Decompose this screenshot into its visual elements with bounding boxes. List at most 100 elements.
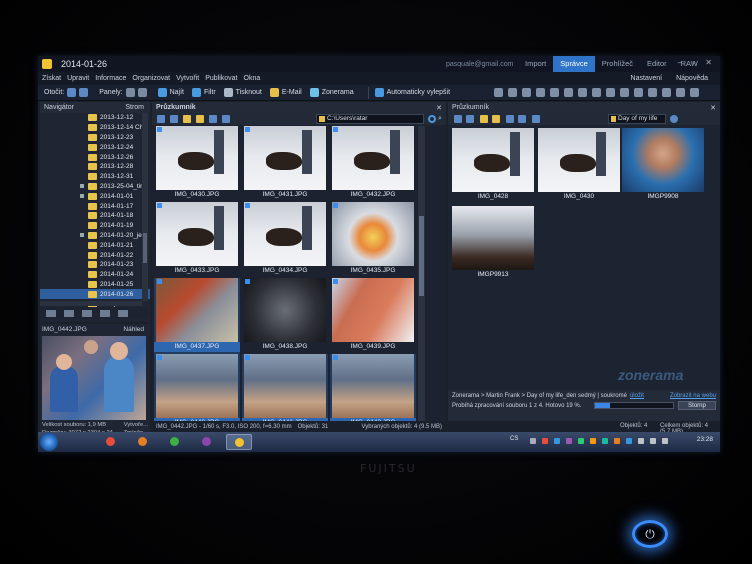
folder-icon[interactable] <box>118 309 128 317</box>
language-indicator[interactable]: CS <box>510 436 518 442</box>
panels-button[interactable]: Panely: <box>99 88 149 97</box>
view-icon[interactable] <box>209 115 217 123</box>
folder-item[interactable]: 2013-12-23 <box>40 133 150 143</box>
folder-icon[interactable] <box>64 309 74 317</box>
tool-icon[interactable] <box>536 88 545 97</box>
tool-icon[interactable] <box>620 88 629 97</box>
tool-icon[interactable] <box>648 88 657 97</box>
clock[interactable]: 23:28 <box>697 436 713 443</box>
tool-icon[interactable] <box>606 88 615 97</box>
upload-link[interactable]: úložit <box>630 393 644 399</box>
photo-thumbnail[interactable]: IMG_0441.JPG <box>242 354 328 422</box>
photo-thumbnail[interactable]: IMG_0433.JPG <box>154 202 240 278</box>
back-icon[interactable] <box>157 115 165 123</box>
path-field[interactable]: C:\Users\ratar <box>316 114 424 124</box>
album-thumbnail[interactable]: IMG_0428 <box>450 128 536 204</box>
photo-thumbnail[interactable]: IMG_0442.JPG <box>330 354 416 422</box>
forward-icon[interactable] <box>170 115 178 123</box>
folder-item[interactable]: 2013-12-26 <box>40 152 150 162</box>
menu-napoveda[interactable]: Nápověda <box>676 75 708 82</box>
folder-item[interactable]: 2014-01-22 <box>40 250 150 260</box>
photo-thumbnail[interactable]: IMG_0434.JPG <box>242 202 328 278</box>
window-controls[interactable]: – ▫ ✕ <box>678 58 716 67</box>
menu-okna[interactable]: Okna <box>244 75 261 82</box>
volume-icon[interactable] <box>650 438 656 444</box>
rotate-left-icon[interactable] <box>67 88 77 97</box>
refresh-icon[interactable] <box>670 115 678 123</box>
taskbar-app[interactable] <box>98 434 124 450</box>
expand-icon[interactable] <box>80 184 84 189</box>
photo-thumbnail[interactable]: IMG_0440.JPG <box>154 354 240 422</box>
taskbar-app[interactable] <box>162 434 188 450</box>
taskbar-app-zoner[interactable] <box>226 434 252 450</box>
view-on-web-link[interactable]: Zobrazit na webu <box>670 393 716 399</box>
photo-thumbnail[interactable]: IMG_0439.JPG <box>330 278 416 354</box>
tab-import[interactable]: Import <box>518 56 553 72</box>
tab-prohlizec[interactable]: Prohlížeč <box>595 56 640 72</box>
rotate-right-icon[interactable] <box>79 88 89 97</box>
tray-icon[interactable] <box>530 438 536 444</box>
options-icon[interactable] <box>532 115 540 123</box>
stop-button[interactable]: Stornp <box>678 401 716 410</box>
folder-item[interactable]: 2013-12-24 <box>40 142 150 152</box>
tray-icon[interactable] <box>626 438 632 444</box>
menu-ziskat[interactable]: Získat <box>42 75 61 82</box>
tray-icon[interactable] <box>554 438 560 444</box>
tray-icon[interactable] <box>638 438 644 444</box>
expand-icon[interactable] <box>80 233 84 238</box>
tool-icon[interactable] <box>494 88 503 97</box>
tray-icon[interactable] <box>614 438 620 444</box>
power-button[interactable]: ⏻ <box>632 520 668 548</box>
taskbar-app[interactable] <box>130 434 156 450</box>
tab-editor[interactable]: Editor <box>640 56 674 72</box>
close-icon[interactable]: ✕ <box>710 104 716 112</box>
album-thumbnail[interactable]: IMG_0430 <box>536 128 622 204</box>
photo-thumbnail[interactable]: IMG_0430.JPG <box>154 126 240 202</box>
auto-enhance-button[interactable]: Automaticky vylepšit <box>374 88 450 97</box>
find-button[interactable]: Najít <box>157 88 184 97</box>
folder-icon[interactable] <box>480 115 488 123</box>
folder-item[interactable]: 2014-01-21 <box>40 240 150 250</box>
album-thumbnail[interactable]: IMGP9913 <box>450 206 536 282</box>
photo-thumbnail[interactable]: IMG_0432.JPG <box>330 126 416 202</box>
tool-icon[interactable] <box>662 88 671 97</box>
print-button[interactable]: Tisknout <box>223 88 262 97</box>
folder-item[interactable]: 2014-01-23 <box>40 260 150 270</box>
album-path-field[interactable]: Day of my life <box>608 114 666 124</box>
tray-icon[interactable] <box>542 438 548 444</box>
menu-publikovat[interactable]: Publikovat <box>205 75 237 82</box>
rotate-button[interactable]: Otočit: <box>44 88 91 97</box>
taskbar-app[interactable] <box>194 434 220 450</box>
tab-spravce[interactable]: Správce <box>553 56 595 72</box>
tool-icon[interactable] <box>676 88 685 97</box>
refresh-icon[interactable] <box>428 115 436 123</box>
menu-nastaveni[interactable]: Nastavení <box>631 75 663 82</box>
folder-item[interactable]: 2013-25-04_tim <box>40 182 150 192</box>
search-icon[interactable]: ⌕ <box>438 115 442 123</box>
tool-icon[interactable] <box>550 88 559 97</box>
photo-thumbnail[interactable]: IMG_0435.JPG <box>330 202 416 278</box>
tool-icon[interactable] <box>592 88 601 97</box>
view-icon[interactable] <box>506 115 514 123</box>
folder-item[interactable]: 2014-01-17 <box>40 201 150 211</box>
menu-upravit[interactable]: Upravit <box>67 75 89 82</box>
navigator-scrollbar[interactable] <box>142 113 148 301</box>
photo-thumbnail[interactable]: IMG_0438.JPG <box>242 278 328 354</box>
folder-icon[interactable] <box>82 309 92 317</box>
tray-icon[interactable] <box>578 438 584 444</box>
folder-icon[interactable] <box>46 309 56 317</box>
email-button[interactable]: E-Mail <box>269 88 302 97</box>
tool-icon[interactable] <box>508 88 517 97</box>
sort-icon[interactable] <box>518 115 526 123</box>
sort-dropdown[interactable]: Strom <box>125 104 144 111</box>
folder-icon[interactable] <box>183 115 191 123</box>
menu-organizovat[interactable]: Organizovat <box>132 75 170 82</box>
photo-thumbnail[interactable]: IMG_0437.JPG <box>154 278 240 354</box>
folder-item[interactable]: 2014-01-19 <box>40 221 150 231</box>
folder-icon[interactable] <box>492 115 500 123</box>
folder-icon[interactable] <box>196 115 204 123</box>
scroll-thumb[interactable] <box>419 216 424 296</box>
album-thumbnail[interactable]: IMGP9908 <box>620 128 706 204</box>
tray-icon[interactable] <box>602 438 608 444</box>
zonerama-button[interactable]: Zonerama <box>309 88 354 97</box>
